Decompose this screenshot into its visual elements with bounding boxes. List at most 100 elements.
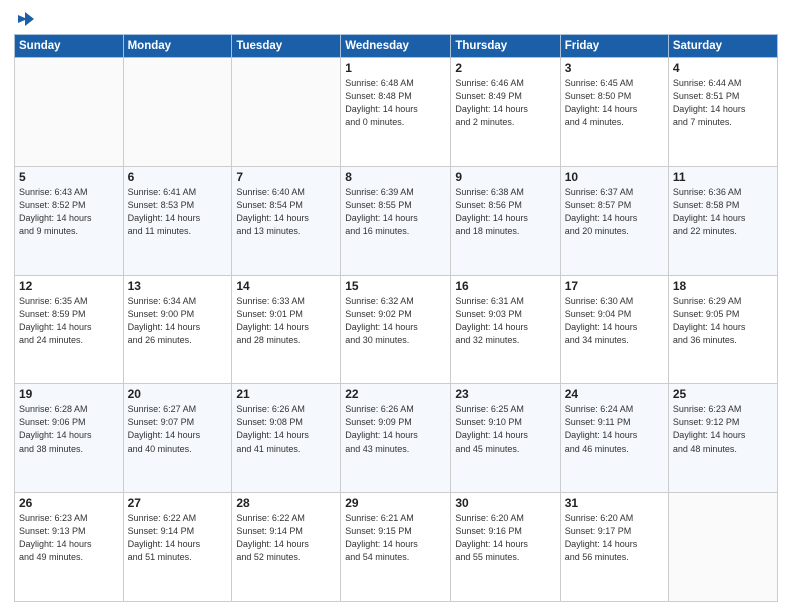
header (14, 10, 778, 28)
day-info: Sunrise: 6:41 AMSunset: 8:53 PMDaylight:… (128, 186, 228, 238)
day-cell: 17 Sunrise: 6:30 AMSunset: 9:04 PMDayligh… (560, 275, 668, 384)
header-tuesday: Tuesday (232, 35, 341, 58)
day-number: 22 (345, 387, 446, 401)
day-info: Sunrise: 6:46 AMSunset: 8:49 PMDaylight:… (455, 77, 555, 129)
header-sunday: Sunday (15, 35, 124, 58)
day-cell: 24 Sunrise: 6:24 AMSunset: 9:11 PMDayligh… (560, 384, 668, 493)
day-cell: 13 Sunrise: 6:34 AMSunset: 9:00 PMDayligh… (123, 275, 232, 384)
day-info: Sunrise: 6:43 AMSunset: 8:52 PMDaylight:… (19, 186, 119, 238)
day-info: Sunrise: 6:22 AMSunset: 9:14 PMDaylight:… (236, 512, 336, 564)
week-row-4: 19 Sunrise: 6:28 AMSunset: 9:06 PMDayligh… (15, 384, 778, 493)
day-info: Sunrise: 6:21 AMSunset: 9:15 PMDaylight:… (345, 512, 446, 564)
day-cell: 8 Sunrise: 6:39 AMSunset: 8:55 PMDaylight… (341, 166, 451, 275)
day-number: 10 (565, 170, 664, 184)
day-info: Sunrise: 6:45 AMSunset: 8:50 PMDaylight:… (565, 77, 664, 129)
header-saturday: Saturday (668, 35, 777, 58)
logo (14, 10, 34, 28)
day-cell: 2 Sunrise: 6:46 AMSunset: 8:49 PMDaylight… (451, 58, 560, 167)
day-number: 13 (128, 279, 228, 293)
day-cell: 4 Sunrise: 6:44 AMSunset: 8:51 PMDaylight… (668, 58, 777, 167)
day-cell: 21Sunrise: 6:26 AMSunset: 9:08 PMDayligh… (232, 384, 341, 493)
day-info: Sunrise: 6:44 AMSunset: 8:51 PMDaylight:… (673, 77, 773, 129)
day-info: Sunrise: 6:20 AMSunset: 9:17 PMDaylight:… (565, 512, 664, 564)
day-info: Sunrise: 6:36 AMSunset: 8:58 PMDaylight:… (673, 186, 773, 238)
day-number: 28 (236, 496, 336, 510)
day-number: 2 (455, 61, 555, 75)
day-cell: 28 Sunrise: 6:22 AMSunset: 9:14 PMDayligh… (232, 493, 341, 602)
day-info: Sunrise: 6:35 AMSunset: 8:59 PMDaylight:… (19, 295, 119, 347)
day-info: Sunrise: 6:25 AMSunset: 9:10 PMDaylight:… (455, 403, 555, 455)
day-info: Sunrise: 6:48 AMSunset: 8:48 PMDaylight:… (345, 77, 446, 129)
day-cell (668, 493, 777, 602)
day-number: 7 (236, 170, 336, 184)
day-cell: 26Sunrise: 6:23 AMSunset: 9:13 PMDayligh… (15, 493, 124, 602)
header-monday: Monday (123, 35, 232, 58)
day-number: 25 (673, 387, 773, 401)
day-info: Sunrise: 6:34 AMSunset: 9:00 PMDaylight:… (128, 295, 228, 347)
day-cell: 11 Sunrise: 6:36 AMSunset: 8:58 PMDayligh… (668, 166, 777, 275)
day-info: Sunrise: 6:20 AMSunset: 9:16 PMDaylight:… (455, 512, 555, 564)
day-cell (123, 58, 232, 167)
weekday-header-row: Sunday Monday Tuesday Wednesday Thursday… (15, 35, 778, 58)
header-thursday: Thursday (451, 35, 560, 58)
day-number: 11 (673, 170, 773, 184)
page: Sunday Monday Tuesday Wednesday Thursday… (0, 0, 792, 612)
day-info: Sunrise: 6:22 AMSunset: 9:14 PMDaylight:… (128, 512, 228, 564)
day-cell: 19 Sunrise: 6:28 AMSunset: 9:06 PMDayligh… (15, 384, 124, 493)
week-row-1: 1Sunrise: 6:48 AMSunset: 8:48 PMDaylight… (15, 58, 778, 167)
day-cell: 9 Sunrise: 6:38 AMSunset: 8:56 PMDaylight… (451, 166, 560, 275)
day-info: Sunrise: 6:27 AMSunset: 9:07 PMDaylight:… (128, 403, 228, 455)
day-number: 16 (455, 279, 555, 293)
day-number: 12 (19, 279, 119, 293)
day-number: 20 (128, 387, 228, 401)
day-number: 18 (673, 279, 773, 293)
day-cell: 29 Sunrise: 6:21 AMSunset: 9:15 PMDayligh… (341, 493, 451, 602)
day-cell: 3 Sunrise: 6:45 AMSunset: 8:50 PMDaylight… (560, 58, 668, 167)
day-info: Sunrise: 6:32 AMSunset: 9:02 PMDaylight:… (345, 295, 446, 347)
week-row-5: 26Sunrise: 6:23 AMSunset: 9:13 PMDayligh… (15, 493, 778, 602)
day-number: 3 (565, 61, 664, 75)
day-info: Sunrise: 6:23 AMSunset: 9:12 PMDaylight:… (673, 403, 773, 455)
day-info: Sunrise: 6:24 AMSunset: 9:11 PMDaylight:… (565, 403, 664, 455)
day-info: Sunrise: 6:30 AMSunset: 9:04 PMDaylight:… (565, 295, 664, 347)
day-number: 24 (565, 387, 664, 401)
day-cell (232, 58, 341, 167)
day-cell: 22 Sunrise: 6:26 AMSunset: 9:09 PMDayligh… (341, 384, 451, 493)
day-cell: 7 Sunrise: 6:40 AMSunset: 8:54 PMDaylight… (232, 166, 341, 275)
day-cell: 1Sunrise: 6:48 AMSunset: 8:48 PMDaylight… (341, 58, 451, 167)
day-cell: 16 Sunrise: 6:31 AMSunset: 9:03 PMDayligh… (451, 275, 560, 384)
day-cell: 30Sunrise: 6:20 AMSunset: 9:16 PMDayligh… (451, 493, 560, 602)
day-info: Sunrise: 6:33 AMSunset: 9:01 PMDaylight:… (236, 295, 336, 347)
day-number: 8 (345, 170, 446, 184)
day-number: 29 (345, 496, 446, 510)
day-info: Sunrise: 6:38 AMSunset: 8:56 PMDaylight:… (455, 186, 555, 238)
day-cell: 20 Sunrise: 6:27 AMSunset: 9:07 PMDayligh… (123, 384, 232, 493)
day-number: 4 (673, 61, 773, 75)
day-cell: 15Sunrise: 6:32 AMSunset: 9:02 PMDayligh… (341, 275, 451, 384)
day-info: Sunrise: 6:26 AMSunset: 9:09 PMDaylight:… (345, 403, 446, 455)
day-cell: 18Sunrise: 6:29 AMSunset: 9:05 PMDayligh… (668, 275, 777, 384)
day-number: 19 (19, 387, 119, 401)
day-info: Sunrise: 6:28 AMSunset: 9:06 PMDaylight:… (19, 403, 119, 455)
day-cell: 10Sunrise: 6:37 AMSunset: 8:57 PMDayligh… (560, 166, 668, 275)
day-info: Sunrise: 6:40 AMSunset: 8:54 PMDaylight:… (236, 186, 336, 238)
day-number: 9 (455, 170, 555, 184)
day-info: Sunrise: 6:31 AMSunset: 9:03 PMDaylight:… (455, 295, 555, 347)
day-number: 14 (236, 279, 336, 293)
day-number: 31 (565, 496, 664, 510)
day-number: 17 (565, 279, 664, 293)
day-cell: 25 Sunrise: 6:23 AMSunset: 9:12 PMDayligh… (668, 384, 777, 493)
day-number: 23 (455, 387, 555, 401)
day-cell: 5Sunrise: 6:43 AMSunset: 8:52 PMDaylight… (15, 166, 124, 275)
header-wednesday: Wednesday (341, 35, 451, 58)
calendar-table: Sunday Monday Tuesday Wednesday Thursday… (14, 34, 778, 602)
day-cell: 6Sunrise: 6:41 AMSunset: 8:53 PMDaylight… (123, 166, 232, 275)
day-info: Sunrise: 6:23 AMSunset: 9:13 PMDaylight:… (19, 512, 119, 564)
day-cell: 14 Sunrise: 6:33 AMSunset: 9:01 PMDayligh… (232, 275, 341, 384)
day-cell (15, 58, 124, 167)
week-row-2: 5Sunrise: 6:43 AMSunset: 8:52 PMDaylight… (15, 166, 778, 275)
week-row-3: 12 Sunrise: 6:35 AMSunset: 8:59 PMDayligh… (15, 275, 778, 384)
day-info: Sunrise: 6:39 AMSunset: 8:55 PMDaylight:… (345, 186, 446, 238)
header-friday: Friday (560, 35, 668, 58)
day-info: Sunrise: 6:26 AMSunset: 9:08 PMDaylight:… (236, 403, 336, 455)
